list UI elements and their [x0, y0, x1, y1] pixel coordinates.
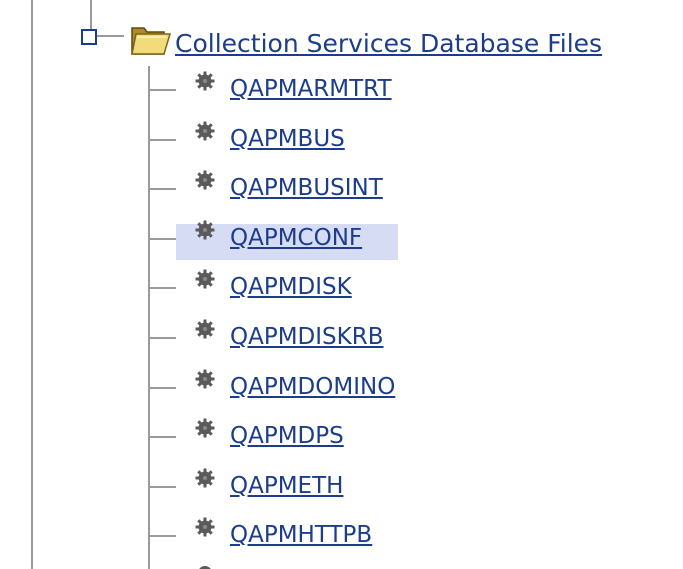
gear-icon — [195, 170, 215, 190]
tree-item-link[interactable]: QAPMETH — [230, 473, 343, 499]
collapse-box-icon[interactable] — [81, 29, 97, 45]
tree-branch-line — [148, 89, 176, 91]
tree-branch-line — [148, 188, 176, 191]
gear-icon — [195, 319, 215, 339]
gear-icon — [195, 418, 215, 438]
folder-link-collection-services[interactable]: Collection Services Database Files — [175, 29, 602, 58]
tree-item-link[interactable]: QAPMBUSINT — [230, 175, 383, 201]
tree-item[interactable]: QAPMDISKRB — [148, 316, 448, 366]
tree-item[interactable]: QAPMETH — [148, 465, 448, 515]
gear-icon — [195, 369, 215, 389]
tree-item-link[interactable]: QAPMARMTRT — [230, 76, 392, 102]
tree-left-border — [31, 0, 33, 569]
tree-view: Collection Services Database Files QAPMA… — [0, 0, 683, 569]
tree-branch-line — [148, 535, 176, 538]
tree-branch-line — [148, 436, 176, 439]
tree-branch-line — [148, 337, 176, 339]
tree-item-link[interactable]: QAPMHTTPB — [230, 522, 372, 548]
tree-item-link[interactable]: QAPMDPS — [230, 423, 344, 449]
tree-item[interactable]: QAPMBUS — [148, 118, 448, 168]
tree-item-link[interactable]: QAPMDISKRB — [230, 324, 384, 350]
gear-icon — [195, 517, 215, 537]
tree-branch-line — [148, 386, 176, 389]
tree-item[interactable]: QAPMDOMINO — [148, 366, 448, 416]
tree-connector-line — [97, 35, 124, 37]
tree-item[interactable]: QAPMCONF — [148, 217, 448, 267]
tree-item[interactable]: QAPMBUSINT — [148, 167, 448, 217]
tree-item-link[interactable]: QAPMDISK — [230, 274, 352, 300]
gear-icon — [195, 71, 215, 91]
tree-branch-line — [148, 138, 176, 141]
tree-branch-line — [148, 237, 176, 240]
tree-item-link[interactable]: QAPMDOMINO — [230, 374, 395, 400]
gear-icon — [199, 566, 211, 569]
gear-icon — [195, 269, 215, 289]
tree-item[interactable]: QAPMHTTPB — [148, 514, 448, 564]
gear-icon — [195, 468, 215, 488]
tree-item[interactable]: QAPMDPS — [148, 415, 448, 465]
tree-item[interactable]: QAPMDISK — [148, 266, 448, 316]
tree-item-link[interactable]: QAPMBUS — [230, 126, 345, 152]
tree-item-link[interactable]: QAPMCONF — [230, 225, 362, 251]
tree-branch-line — [148, 287, 176, 290]
open-folder-icon — [131, 27, 172, 55]
tree-branch-line — [148, 485, 176, 488]
tree-item[interactable]: QAPMARMTRT — [148, 68, 448, 118]
gear-icon — [195, 121, 215, 141]
gear-icon — [195, 220, 215, 240]
